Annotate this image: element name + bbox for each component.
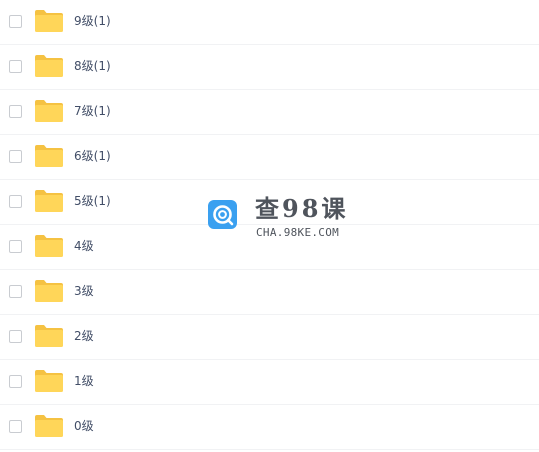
folder-icon xyxy=(35,415,63,437)
checkbox-icon[interactable] xyxy=(9,285,22,298)
file-name[interactable]: 8级(1) xyxy=(74,57,111,75)
file-name[interactable]: 3级 xyxy=(74,282,94,300)
file-row[interactable]: 9级(1) xyxy=(0,0,539,45)
folder-icon xyxy=(35,280,63,302)
file-list: 9级(1) 8级(1) 7级(1) 6级(1) 5级(1) 4级 3级 2级 1级 0级 xyxy=(0,0,539,452)
checkbox-icon[interactable] xyxy=(9,105,22,118)
folder-icon xyxy=(35,325,63,347)
checkbox-icon[interactable] xyxy=(9,15,22,28)
folder-icon xyxy=(35,55,63,77)
file-name[interactable]: 7级(1) xyxy=(74,102,111,120)
file-row[interactable]: 5级(1) xyxy=(0,180,539,225)
checkbox-icon[interactable] xyxy=(9,195,22,208)
file-row[interactable]: 8级(1) xyxy=(0,45,539,90)
file-row[interactable]: 1级 xyxy=(0,360,539,405)
folder-icon xyxy=(35,370,63,392)
checkbox-icon[interactable] xyxy=(9,150,22,163)
file-row[interactable]: 2级 xyxy=(0,315,539,360)
file-name[interactable]: 0级 xyxy=(74,417,94,435)
file-name[interactable]: 9级(1) xyxy=(74,12,111,30)
file-row[interactable]: 7级(1) xyxy=(0,90,539,135)
folder-icon xyxy=(35,235,63,257)
checkbox-icon[interactable] xyxy=(9,420,22,433)
file-name[interactable]: 2级 xyxy=(74,327,94,345)
file-row[interactable]: 4级 xyxy=(0,225,539,270)
file-name[interactable]: 1级 xyxy=(74,372,94,390)
file-name[interactable]: 4级 xyxy=(74,237,94,255)
folder-icon xyxy=(35,145,63,167)
folder-icon xyxy=(35,190,63,212)
folder-icon xyxy=(35,100,63,122)
checkbox-icon[interactable] xyxy=(9,240,22,253)
file-name[interactable]: 5级(1) xyxy=(74,192,111,210)
checkbox-icon[interactable] xyxy=(9,375,22,388)
file-row[interactable]: 6级(1) xyxy=(0,135,539,180)
folder-icon xyxy=(35,10,63,32)
checkbox-icon[interactable] xyxy=(9,60,22,73)
file-row[interactable]: 3级 xyxy=(0,270,539,315)
file-name[interactable]: 6级(1) xyxy=(74,147,111,165)
checkbox-icon[interactable] xyxy=(9,330,22,343)
file-row[interactable]: 0级 xyxy=(0,405,539,450)
